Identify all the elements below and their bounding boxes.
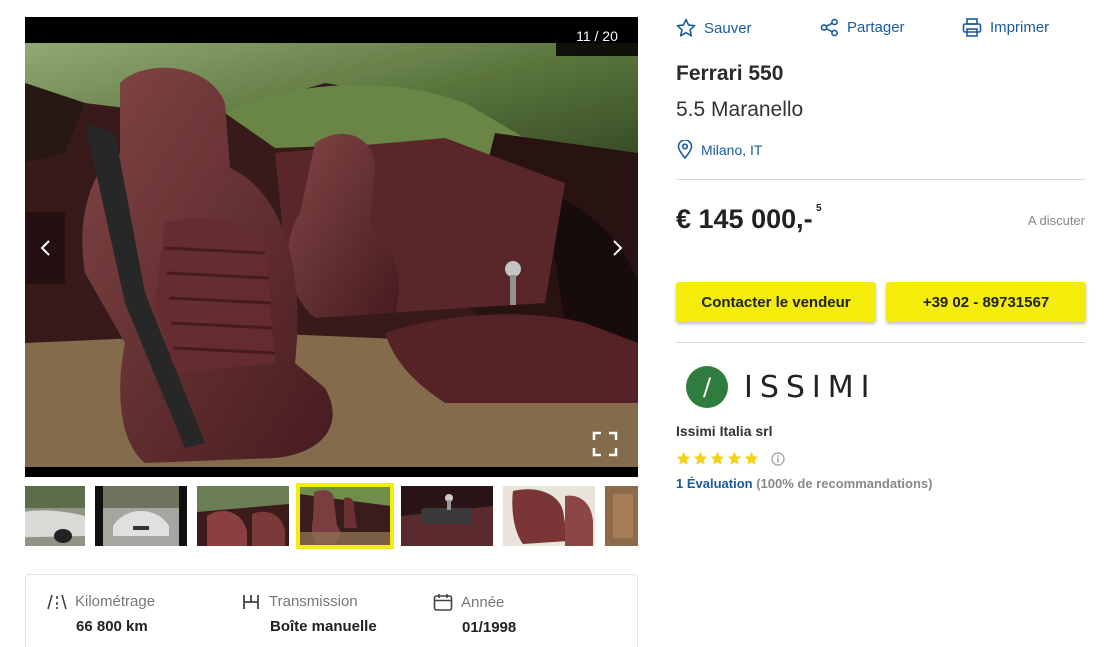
star-icon	[676, 451, 691, 465]
spec-label: Kilométrage	[75, 593, 156, 610]
star-icon	[727, 451, 742, 465]
spec-mileage: Kilométrage 66 800 km	[47, 593, 155, 635]
dealer-reviews: 1 Évaluation (100% de recommandations)	[676, 476, 932, 491]
specs-card: Kilométrage 66 800 km Transmission Boîte…	[25, 574, 638, 647]
share-label: Partager	[847, 19, 905, 36]
fullscreen-button[interactable]	[592, 431, 618, 457]
save-button[interactable]: Sauver	[676, 18, 752, 38]
logo-text: ISSIMI	[744, 369, 877, 405]
dealer-rating	[676, 451, 785, 466]
thumbnail[interactable]	[605, 486, 638, 546]
spec-value: Boîte manuelle	[270, 618, 377, 635]
print-label: Imprimer	[990, 19, 1050, 36]
printer-icon	[962, 18, 982, 37]
thumbnail-active[interactable]	[296, 483, 394, 549]
spec-value: 66 800 km	[76, 618, 148, 635]
info-icon[interactable]	[771, 451, 785, 466]
contact-seller-button[interactable]: Contacter le vendeur	[676, 282, 876, 322]
print-button[interactable]: Imprimer	[962, 18, 1049, 37]
thumbnail[interactable]	[401, 486, 493, 546]
map-pin-icon	[677, 140, 693, 159]
gearbox-icon	[243, 594, 259, 609]
spec-transmission: Transmission Boîte manuelle	[241, 593, 377, 635]
spec-value: 01/1998	[462, 619, 517, 636]
star-icon	[744, 451, 759, 465]
photo-counter: 11 / 20	[556, 17, 638, 56]
spec-year: Année 01/1998	[433, 593, 516, 636]
phone-button[interactable]: +39 02 - 89731567	[886, 282, 1086, 322]
save-label: Sauver	[704, 19, 752, 37]
reviews-link[interactable]: 1 Évaluation	[676, 476, 753, 491]
star-icon	[693, 451, 708, 465]
spec-label: Transmission	[269, 593, 358, 610]
thumbnail-strip	[25, 483, 638, 549]
listing-title: Ferrari 550	[676, 62, 784, 85]
star-icon	[710, 451, 725, 465]
chevron-right-icon	[613, 240, 623, 256]
divider	[676, 179, 1085, 180]
next-photo-button[interactable]	[598, 212, 638, 284]
share-button[interactable]: Partager	[820, 18, 905, 37]
road-icon	[47, 594, 67, 609]
thumbnail[interactable]	[25, 486, 85, 546]
listing-subtitle: 5.5 Maranello	[676, 98, 804, 121]
spec-label: Année	[461, 593, 505, 611]
negotiable-label: A discuter	[1027, 213, 1085, 228]
recommendation-text: (100% de recommandations)	[756, 476, 933, 491]
calendar-icon	[433, 594, 453, 611]
fullscreen-icon	[592, 431, 618, 457]
dealer-logo[interactable]: / ISSIMI	[686, 366, 877, 408]
share-icon	[820, 18, 838, 37]
previous-photo-button[interactable]	[25, 212, 65, 284]
location-link[interactable]: Milano, IT	[677, 140, 762, 159]
star-outline-icon	[676, 18, 696, 37]
main-photo[interactable]	[25, 43, 638, 467]
logo-mark: /	[686, 366, 728, 408]
price-footnote[interactable]: 5	[816, 203, 822, 214]
location-text: Milano, IT	[701, 141, 763, 158]
listing-actions: Sauver Partager Imprimer	[676, 18, 1086, 40]
chevron-left-icon	[40, 240, 50, 256]
price: € 145 000,-	[676, 204, 813, 234]
divider	[676, 342, 1085, 343]
thumbnail[interactable]	[197, 486, 289, 546]
thumbnail[interactable]	[95, 486, 187, 546]
thumbnail[interactable]	[503, 486, 595, 546]
dealer-name: Issimi Italia srl	[676, 423, 773, 439]
photo-viewer[interactable]: 11 / 20	[25, 17, 638, 477]
